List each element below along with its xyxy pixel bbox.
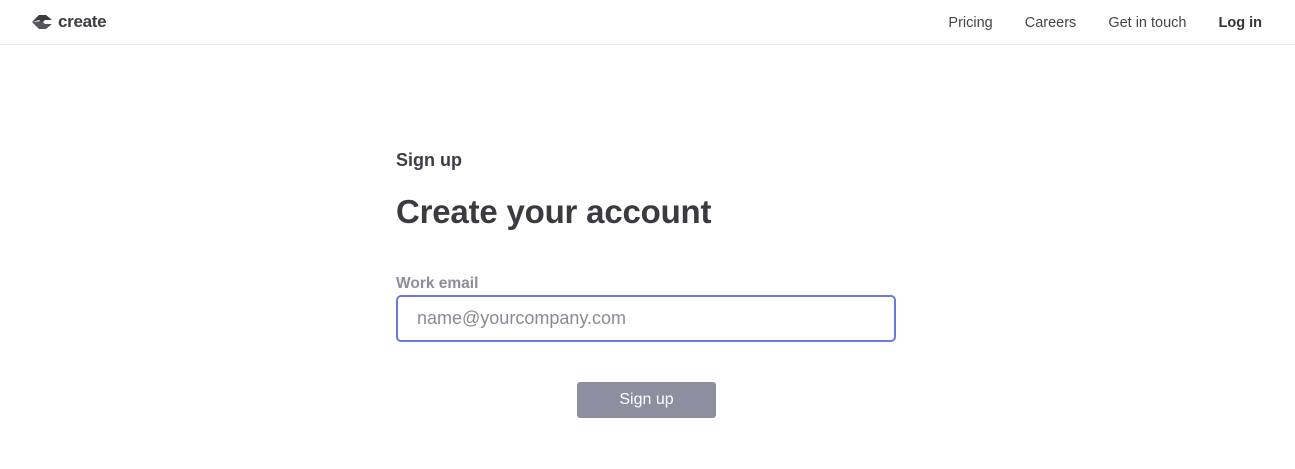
nav-login-link[interactable]: Log in bbox=[1219, 15, 1263, 31]
top-nav: Pricing Careers Get in touch Log in bbox=[916, 0, 1262, 45]
create-logo-icon bbox=[31, 13, 53, 31]
logo-link[interactable]: create bbox=[31, 11, 107, 33]
email-field[interactable] bbox=[396, 295, 896, 342]
nav-careers-link[interactable]: Careers bbox=[1025, 15, 1077, 31]
page-title: Create your account bbox=[396, 193, 712, 230]
email-label: Work email bbox=[396, 275, 479, 292]
nav-pricing-link[interactable]: Pricing bbox=[948, 15, 992, 31]
sign-up-button[interactable]: Sign up bbox=[577, 382, 716, 418]
top-navbar: create Pricing Careers Get in touch Log … bbox=[0, 0, 1295, 45]
logo-text: create bbox=[58, 12, 107, 31]
form-eyebrow: Sign up bbox=[396, 150, 462, 170]
nav-contact-link[interactable]: Get in touch bbox=[1108, 15, 1186, 31]
signup-form: Sign up Create your account Work email S… bbox=[396, 148, 896, 418]
